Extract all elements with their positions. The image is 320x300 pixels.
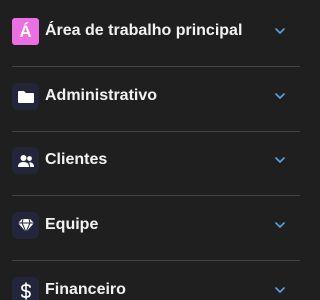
chevron-down-icon[interactable] <box>274 154 286 166</box>
sidebar-menu: Á Área de trabalho principal Administrat… <box>0 0 300 300</box>
chevron-down-icon[interactable] <box>274 90 286 102</box>
diamond-icon <box>12 212 39 239</box>
divider <box>12 260 300 261</box>
chevron-down-icon[interactable] <box>274 219 286 231</box>
users-icon <box>12 147 39 174</box>
menu-item-label: Equipe <box>45 216 99 233</box>
letter-a-accent-icon: Á <box>12 18 39 45</box>
menu-item-area-de-trabalho-principal[interactable]: Á Área de trabalho principal <box>0 11 300 51</box>
menu-item-label: Área de trabalho principal <box>45 22 243 39</box>
chevron-down-icon[interactable] <box>274 25 286 37</box>
menu-item-clientes[interactable]: Clientes <box>0 140 300 180</box>
divider <box>12 66 300 67</box>
menu-item-label: Financeiro <box>45 281 126 298</box>
dollar-icon <box>12 277 39 300</box>
folder-icon <box>12 83 39 110</box>
menu-item-administrativo[interactable]: Administrativo <box>0 76 300 116</box>
divider <box>12 195 300 196</box>
divider <box>12 131 300 132</box>
chevron-down-icon[interactable] <box>274 284 286 296</box>
menu-item-financeiro[interactable]: Financeiro <box>0 270 300 300</box>
menu-item-equipe[interactable]: Equipe <box>0 205 300 245</box>
menu-item-label: Administrativo <box>45 87 158 104</box>
menu-item-label: Clientes <box>45 151 108 168</box>
